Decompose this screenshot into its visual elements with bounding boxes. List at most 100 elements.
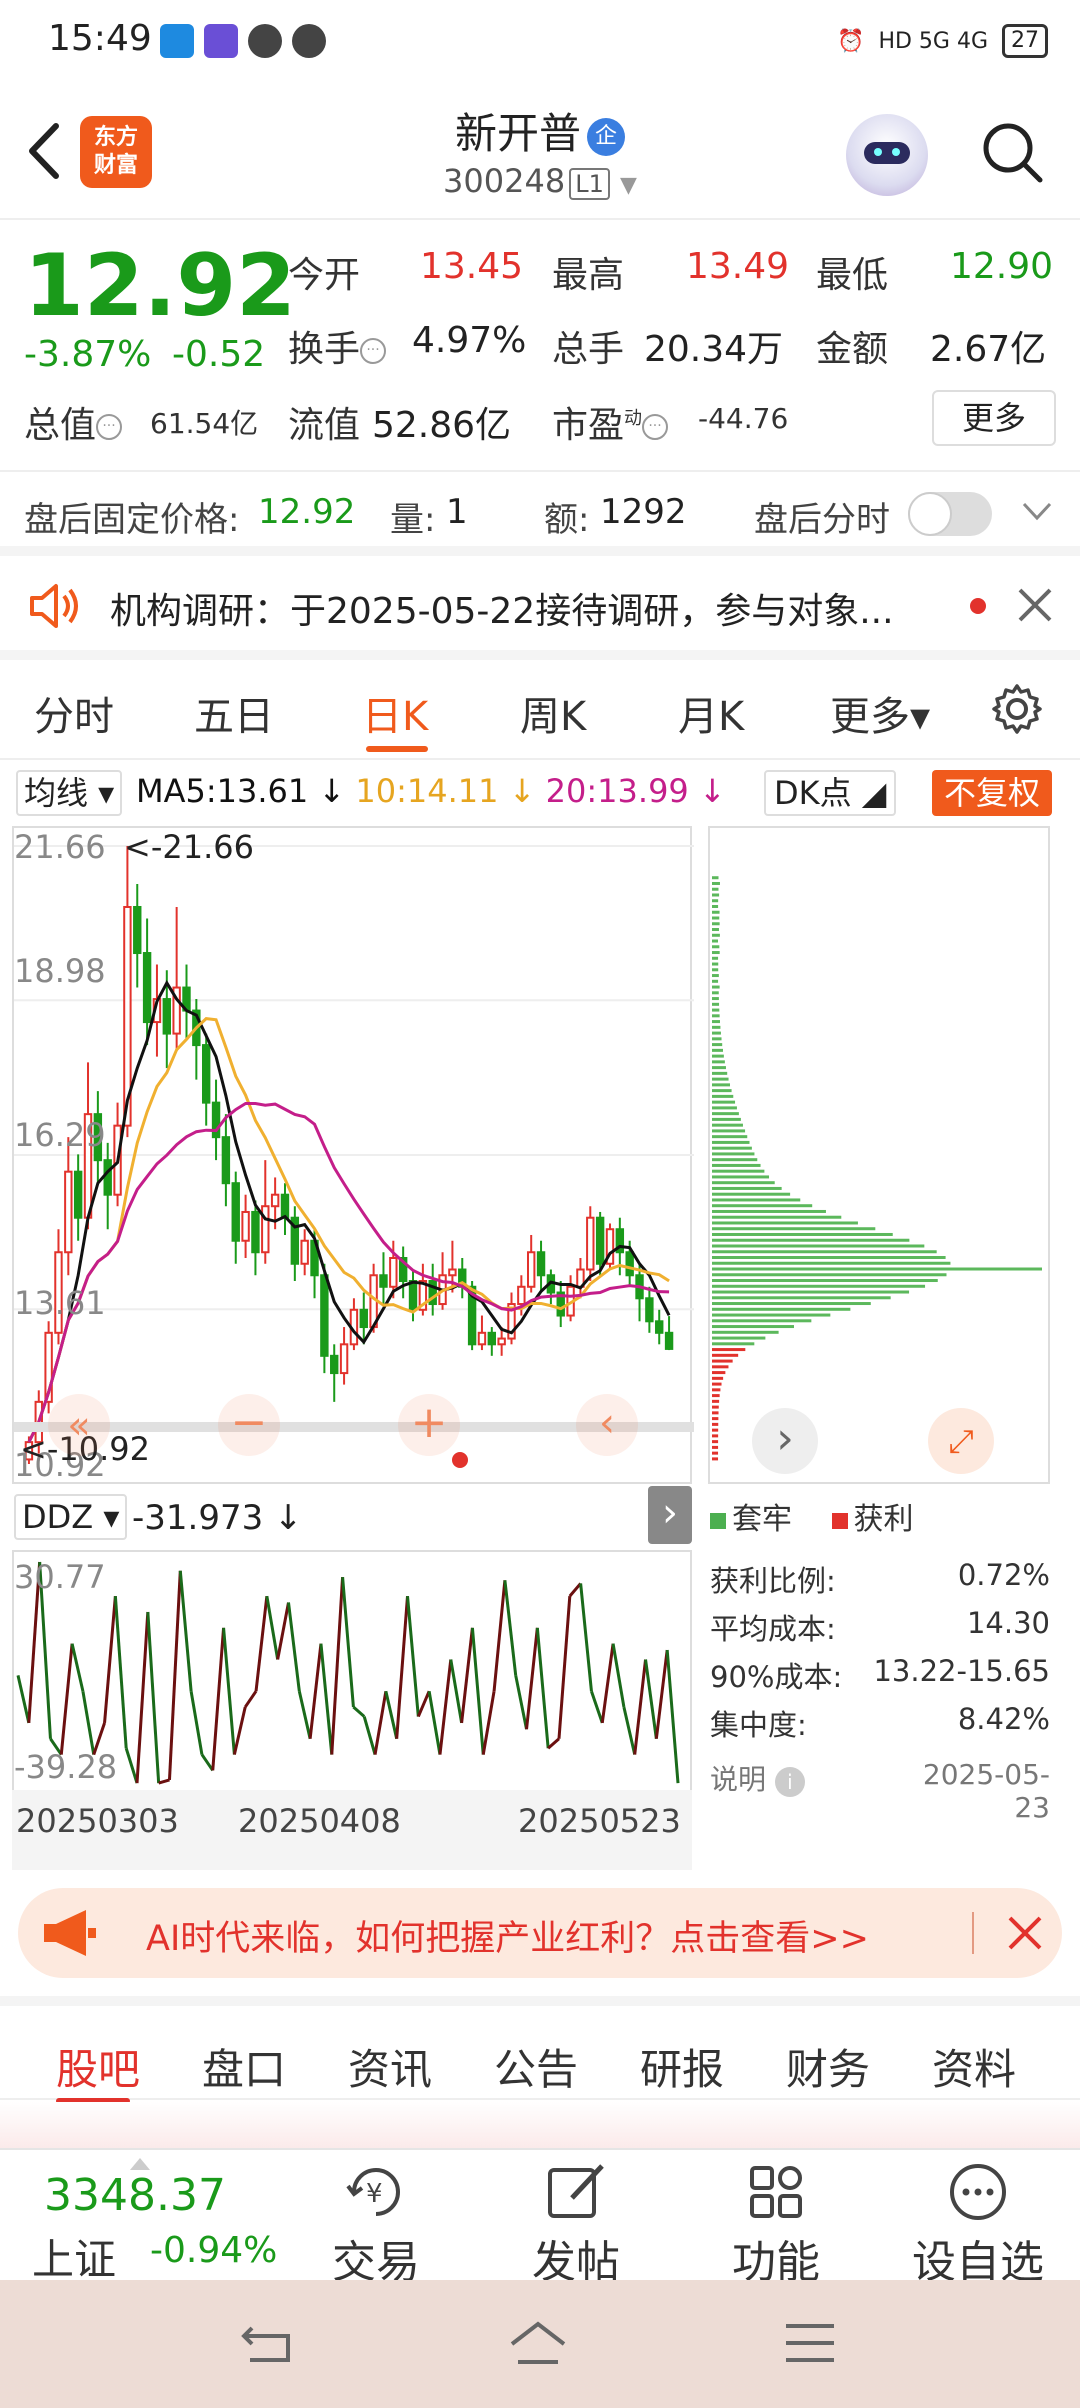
trapped-chip-bar [712,1175,769,1178]
search-icon[interactable] [978,118,1046,186]
turnover-value: 4.97% [412,320,526,361]
expand-panel-button[interactable]: › [648,1486,692,1544]
trapped-chip-bar [712,1158,757,1161]
more-quote-button[interactable]: 更多 [932,390,1056,446]
tab-more[interactable]: 更多▾ [830,684,930,742]
fast-back-button[interactable]: « [48,1394,110,1456]
y-axis-3: 16.29 [14,1116,106,1154]
tab-research[interactable]: 研报 [640,2036,724,2097]
sub-indicator-select[interactable]: DDZ ▾ [14,1494,127,1540]
adjustment-button[interactable]: 不复权 [932,770,1052,816]
profit-chip-bar [712,1383,722,1386]
trapped-chip-bar [712,1147,752,1150]
ddz-chart[interactable]: 30.77 -39.28 [12,1550,692,1790]
trapped-chip-bar [712,922,720,925]
trapped-chip-bar [712,1337,765,1340]
fullscreen-button[interactable]: ⤢ [928,1408,994,1474]
index-ticker[interactable]: 3348.37 上证 -0.94% [0,2150,300,2282]
tab-guba[interactable]: 股吧 [56,2036,140,2097]
k-line-chart[interactable]: 21.66 18.98 16.29 13.61 10.92 <-21.66 <-… [12,826,692,1484]
ddz-segment [288,1602,299,1691]
candle-body [75,1172,81,1218]
profit-chip-bar [712,1440,718,1443]
notice-bar[interactable]: 机构调研：于2025-05-22接待调研，参与对象... [0,556,1080,660]
zoom-in-button[interactable]: + [398,1394,460,1456]
ddz-segment [321,1644,332,1755]
active-tab-indicator [366,746,428,752]
tab-profile[interactable]: 资料 [932,2036,1016,2097]
tab-five-day[interactable]: 五日 [194,684,274,742]
tab-announcements[interactable]: 公告 [494,2036,578,2097]
more-dots-icon [946,2160,1010,2224]
tab-monthly-k[interactable]: 月K [678,684,744,742]
trapped-chip-bar [712,951,720,954]
volume-label: 总手 [552,320,624,372]
profit-chip-bar [712,1452,718,1455]
trapped-swatch [710,1513,726,1529]
info-icon[interactable]: ··· [360,338,386,364]
trapped-chip-bar [712,1164,761,1167]
chip-note-link[interactable]: 说明 i [710,1758,805,1798]
ddz-segment [591,1691,602,1723]
step-forward-button[interactable]: › [752,1408,818,1474]
ad-text: AI时代来临，如何把握产业红利？点击查看>> [146,1910,869,1961]
nav-home-icon[interactable] [508,2318,568,2368]
date-axis: 20250303 20250408 20250523 [12,1790,692,1870]
trapped-chip-bar [712,1055,724,1058]
trapped-chip-bar [712,1072,727,1075]
trapped-chip-bar [712,1325,794,1328]
trapped-chip-bar [712,1014,720,1017]
date-end: 20250523 [518,1802,681,1840]
ai-assistant-avatar-icon[interactable] [846,114,928,196]
tab-daily-k[interactable]: 日K [362,684,428,742]
nav-back-icon[interactable] [238,2318,298,2368]
trapped-chip-bar [712,1078,729,1081]
tab-order-book[interactable]: 盘口 [202,2036,286,2097]
gear-icon[interactable] [990,682,1044,736]
trapped-chip-bar [712,1233,893,1236]
info-icon[interactable]: ··· [96,414,122,440]
chevron-down-icon[interactable] [1020,494,1054,528]
status-bar: 15:49 ⏰ HD 5G 4G 27 [0,0,1080,80]
step-back-button[interactable]: ‹ [576,1394,638,1456]
date-start: 20250303 [16,1802,179,1840]
post-button[interactable]: 发帖 [486,2150,666,2282]
functions-button[interactable]: 功能 [686,2150,866,2282]
chip-legend: 套牢 获利 [710,1494,914,1538]
ad-banner[interactable]: AI时代来临，如何把握产业红利？点击查看>> [18,1888,1062,1978]
info-icon[interactable]: ··· [642,414,668,440]
dk-point-button[interactable]: DK点 ◢ [764,770,896,816]
ddz-axis-bottom: -39.28 [14,1748,117,1786]
ddz-segment [667,1650,678,1783]
chip-distribution-chart[interactable]: › ⤢ [708,826,1050,1484]
after-hours-toggle[interactable] [908,492,992,536]
nav-menu-icon[interactable] [780,2318,840,2368]
indicator-select[interactable]: 均线 ▾ [16,770,122,816]
ddz-segment [202,1755,213,1771]
zoom-out-button[interactable]: − [218,1394,280,1456]
tab-weekly-k[interactable]: 周K [520,684,586,742]
megaphone-icon [42,1908,98,1958]
level-badge: L1 [569,168,610,200]
ddz-segment [332,1577,343,1754]
trapped-chip-bar [712,882,720,885]
ddz-segment [115,1596,126,1748]
candle-body [134,907,140,953]
toggle-knob [908,492,952,536]
add-watchlist-button[interactable]: 设自选 [888,2150,1068,2282]
ddz-segment [353,1707,364,1717]
tab-news[interactable]: 资讯 [348,2036,432,2097]
trade-button[interactable]: ¥ 交易 [286,2150,466,2282]
close-icon[interactable] [1004,1912,1046,1954]
candle-body [587,1218,593,1270]
close-icon[interactable] [1014,584,1056,626]
trapped-chip-bar [712,1198,800,1201]
candle-body [164,999,170,1034]
tab-finance[interactable]: 财务 [786,2036,870,2097]
trapped-chip-bar [712,1273,946,1276]
max-annotation: <-21.66 [124,828,254,866]
ddz-value: -31.973 ↓ [132,1498,303,1538]
tab-intraday[interactable]: 分时 [34,684,114,742]
notification-app-icon-3 [248,24,282,58]
candle-body [282,1195,288,1218]
